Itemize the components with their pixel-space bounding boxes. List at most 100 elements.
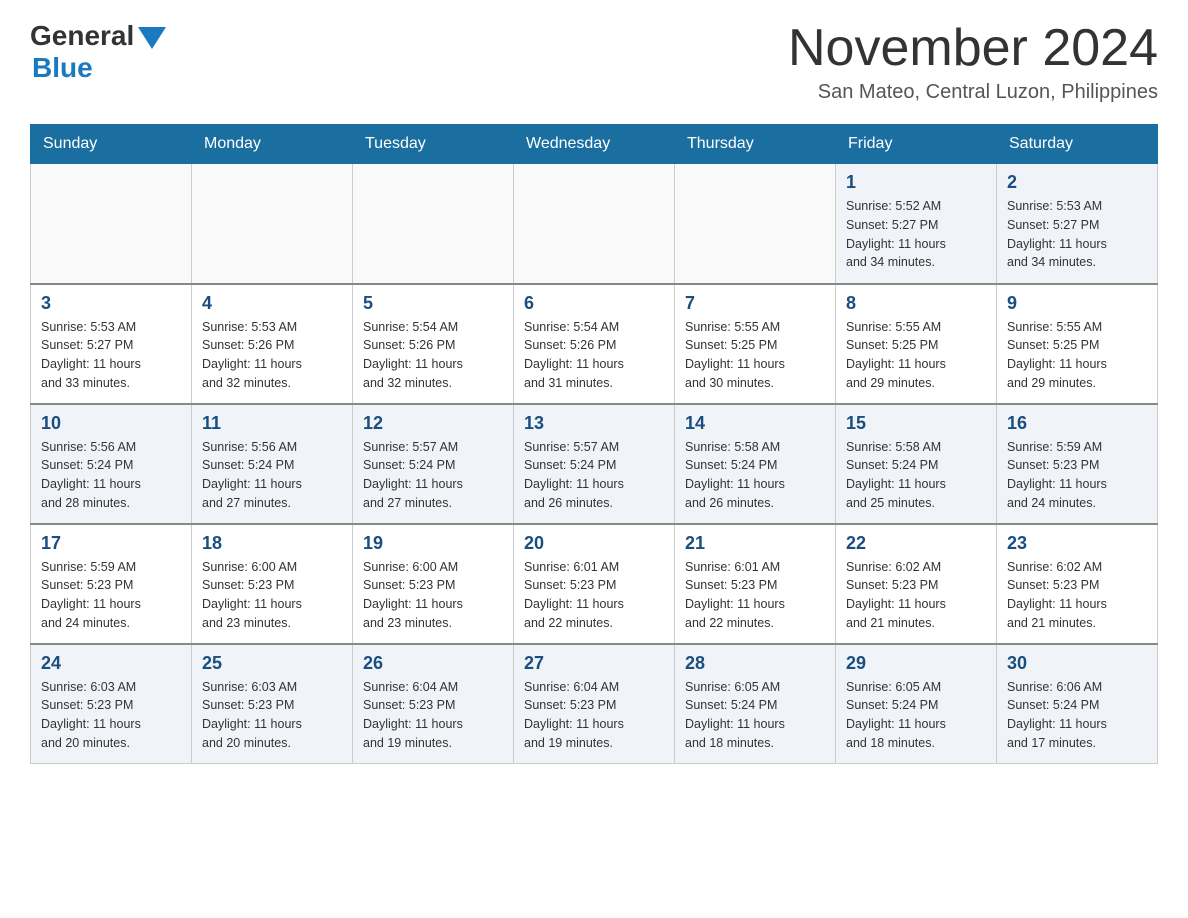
day-info: Sunrise: 5:53 AM Sunset: 5:26 PM Dayligh… xyxy=(202,318,342,393)
day-number: 20 xyxy=(524,533,664,554)
calendar-week-row: 10 Sunrise: 5:56 AM Sunset: 5:24 PM Dayli… xyxy=(31,404,1158,524)
calendar-cell: 7 Sunrise: 5:55 AM Sunset: 5:25 PM Daylig… xyxy=(675,284,836,404)
calendar-cell xyxy=(675,164,836,284)
logo-general-text: General xyxy=(30,20,134,52)
calendar-cell: 13 Sunrise: 5:57 AM Sunset: 5:24 PM Dayli… xyxy=(514,404,675,524)
day-number: 6 xyxy=(524,293,664,314)
day-number: 15 xyxy=(846,413,986,434)
day-number: 23 xyxy=(1007,533,1147,554)
day-info: Sunrise: 5:57 AM Sunset: 5:24 PM Dayligh… xyxy=(363,438,503,513)
day-info: Sunrise: 6:05 AM Sunset: 5:24 PM Dayligh… xyxy=(846,678,986,753)
calendar-cell xyxy=(514,164,675,284)
day-info: Sunrise: 6:05 AM Sunset: 5:24 PM Dayligh… xyxy=(685,678,825,753)
day-number: 5 xyxy=(363,293,503,314)
calendar-cell: 22 Sunrise: 6:02 AM Sunset: 5:23 PM Dayli… xyxy=(836,524,997,644)
calendar-cell: 2 Sunrise: 5:53 AM Sunset: 5:27 PM Daylig… xyxy=(997,164,1158,284)
calendar-cell: 10 Sunrise: 5:56 AM Sunset: 5:24 PM Dayli… xyxy=(31,404,192,524)
day-info: Sunrise: 6:04 AM Sunset: 5:23 PM Dayligh… xyxy=(363,678,503,753)
day-number: 27 xyxy=(524,653,664,674)
calendar-cell: 23 Sunrise: 6:02 AM Sunset: 5:23 PM Dayli… xyxy=(997,524,1158,644)
calendar-cell: 19Sunrise: 6:00 AM Sunset: 5:23 PM Dayli… xyxy=(353,524,514,644)
day-number: 3 xyxy=(41,293,181,314)
day-info: Sunrise: 5:53 AM Sunset: 5:27 PM Dayligh… xyxy=(1007,197,1147,272)
day-info: Sunrise: 6:01 AM Sunset: 5:23 PM Dayligh… xyxy=(524,558,664,633)
calendar-cell: 16Sunrise: 5:59 AM Sunset: 5:23 PM Dayli… xyxy=(997,404,1158,524)
month-title: November 2024 xyxy=(788,20,1158,77)
calendar-cell: 6 Sunrise: 5:54 AM Sunset: 5:26 PM Daylig… xyxy=(514,284,675,404)
calendar-cell: 21 Sunrise: 6:01 AM Sunset: 5:23 PM Dayli… xyxy=(675,524,836,644)
day-info: Sunrise: 5:53 AM Sunset: 5:27 PM Dayligh… xyxy=(41,318,181,393)
calendar-cell: 12 Sunrise: 5:57 AM Sunset: 5:24 PM Dayli… xyxy=(353,404,514,524)
day-info: Sunrise: 6:06 AM Sunset: 5:24 PM Dayligh… xyxy=(1007,678,1147,753)
day-info: Sunrise: 5:54 AM Sunset: 5:26 PM Dayligh… xyxy=(524,318,664,393)
calendar-cell: 11 Sunrise: 5:56 AM Sunset: 5:24 PM Dayli… xyxy=(192,404,353,524)
title-block: November 2024 San Mateo, Central Luzon, … xyxy=(788,20,1158,104)
calendar-week-row: 1 Sunrise: 5:52 AM Sunset: 5:27 PM Daylig… xyxy=(31,164,1158,284)
calendar-cell: 24 Sunrise: 6:03 AM Sunset: 5:23 PM Dayli… xyxy=(31,644,192,764)
calendar-cell: 9 Sunrise: 5:55 AM Sunset: 5:25 PM Daylig… xyxy=(997,284,1158,404)
day-header-saturday: Saturday xyxy=(997,125,1158,164)
calendar-cell: 26 Sunrise: 6:04 AM Sunset: 5:23 PM Dayli… xyxy=(353,644,514,764)
calendar-cell: 3 Sunrise: 5:53 AM Sunset: 5:27 PM Daylig… xyxy=(31,284,192,404)
day-info: Sunrise: 6:04 AM Sunset: 5:23 PM Dayligh… xyxy=(524,678,664,753)
calendar-cell: 18Sunrise: 6:00 AM Sunset: 5:23 PM Dayli… xyxy=(192,524,353,644)
day-info: Sunrise: 5:55 AM Sunset: 5:25 PM Dayligh… xyxy=(1007,318,1147,393)
day-info: Sunrise: 6:01 AM Sunset: 5:23 PM Dayligh… xyxy=(685,558,825,633)
day-info: Sunrise: 5:54 AM Sunset: 5:26 PM Dayligh… xyxy=(363,318,503,393)
day-number: 1 xyxy=(846,172,986,193)
calendar-cell: 1 Sunrise: 5:52 AM Sunset: 5:27 PM Daylig… xyxy=(836,164,997,284)
calendar-week-row: 17 Sunrise: 5:59 AM Sunset: 5:23 PM Dayli… xyxy=(31,524,1158,644)
day-header-thursday: Thursday xyxy=(675,125,836,164)
day-number: 8 xyxy=(846,293,986,314)
day-number: 7 xyxy=(685,293,825,314)
day-info: Sunrise: 5:58 AM Sunset: 5:24 PM Dayligh… xyxy=(685,438,825,513)
day-info: Sunrise: 6:03 AM Sunset: 5:23 PM Dayligh… xyxy=(202,678,342,753)
day-number: 26 xyxy=(363,653,503,674)
day-header-sunday: Sunday xyxy=(31,125,192,164)
day-info: Sunrise: 5:55 AM Sunset: 5:25 PM Dayligh… xyxy=(685,318,825,393)
day-number: 25 xyxy=(202,653,342,674)
day-number: 24 xyxy=(41,653,181,674)
day-info: Sunrise: 5:52 AM Sunset: 5:27 PM Dayligh… xyxy=(846,197,986,272)
day-info: Sunrise: 5:59 AM Sunset: 5:23 PM Dayligh… xyxy=(41,558,181,633)
day-info: Sunrise: 6:02 AM Sunset: 5:23 PM Dayligh… xyxy=(1007,558,1147,633)
day-info: Sunrise: 6:02 AM Sunset: 5:23 PM Dayligh… xyxy=(846,558,986,633)
day-header-friday: Friday xyxy=(836,125,997,164)
day-info: Sunrise: 6:00 AM Sunset: 5:23 PM Dayligh… xyxy=(202,558,342,633)
calendar-cell xyxy=(31,164,192,284)
calendar-header-row: SundayMondayTuesdayWednesdayThursdayFrid… xyxy=(31,125,1158,164)
day-info: Sunrise: 6:03 AM Sunset: 5:23 PM Dayligh… xyxy=(41,678,181,753)
logo: General Blue xyxy=(30,20,166,84)
calendar-cell: 30 Sunrise: 6:06 AM Sunset: 5:24 PM Dayli… xyxy=(997,644,1158,764)
calendar-cell: 8 Sunrise: 5:55 AM Sunset: 5:25 PM Daylig… xyxy=(836,284,997,404)
day-info: Sunrise: 5:56 AM Sunset: 5:24 PM Dayligh… xyxy=(202,438,342,513)
day-number: 9 xyxy=(1007,293,1147,314)
day-number: 14 xyxy=(685,413,825,434)
calendar-cell: 29 Sunrise: 6:05 AM Sunset: 5:24 PM Dayli… xyxy=(836,644,997,764)
day-info: Sunrise: 5:56 AM Sunset: 5:24 PM Dayligh… xyxy=(41,438,181,513)
calendar-week-row: 3 Sunrise: 5:53 AM Sunset: 5:27 PM Daylig… xyxy=(31,284,1158,404)
day-number: 29 xyxy=(846,653,986,674)
day-number: 30 xyxy=(1007,653,1147,674)
day-number: 13 xyxy=(524,413,664,434)
day-number: 17 xyxy=(41,533,181,554)
day-number: 4 xyxy=(202,293,342,314)
day-info: Sunrise: 5:55 AM Sunset: 5:25 PM Dayligh… xyxy=(846,318,986,393)
day-info: Sunrise: 5:59 AM Sunset: 5:23 PM Dayligh… xyxy=(1007,438,1147,513)
calendar-cell: 15 Sunrise: 5:58 AM Sunset: 5:24 PM Dayli… xyxy=(836,404,997,524)
day-number: 21 xyxy=(685,533,825,554)
calendar-cell: 28Sunrise: 6:05 AM Sunset: 5:24 PM Dayli… xyxy=(675,644,836,764)
day-number: 11 xyxy=(202,413,342,434)
page-header: General Blue November 2024 San Mateo, Ce… xyxy=(30,20,1158,104)
calendar-cell: 17 Sunrise: 5:59 AM Sunset: 5:23 PM Dayli… xyxy=(31,524,192,644)
logo-triangle-icon xyxy=(138,27,166,49)
day-number: 10 xyxy=(41,413,181,434)
day-info: Sunrise: 5:57 AM Sunset: 5:24 PM Dayligh… xyxy=(524,438,664,513)
day-info: Sunrise: 5:58 AM Sunset: 5:24 PM Dayligh… xyxy=(846,438,986,513)
day-header-tuesday: Tuesday xyxy=(353,125,514,164)
day-number: 2 xyxy=(1007,172,1147,193)
day-number: 12 xyxy=(363,413,503,434)
calendar-week-row: 24 Sunrise: 6:03 AM Sunset: 5:23 PM Dayli… xyxy=(31,644,1158,764)
day-number: 22 xyxy=(846,533,986,554)
location-title: San Mateo, Central Luzon, Philippines xyxy=(788,81,1158,104)
